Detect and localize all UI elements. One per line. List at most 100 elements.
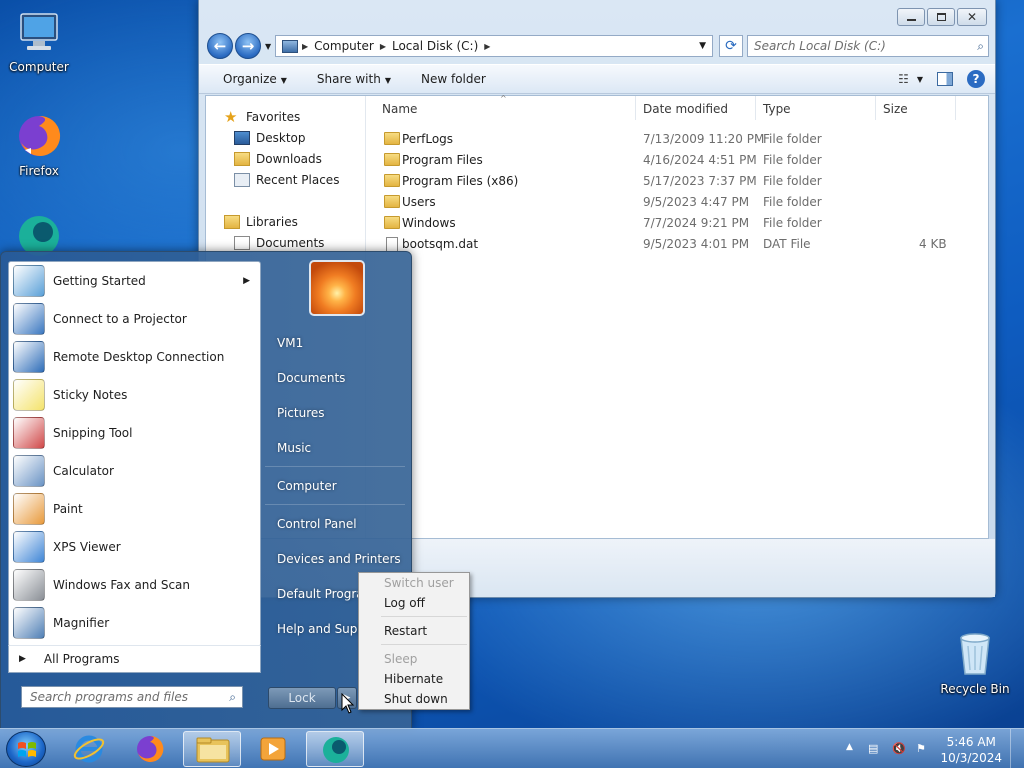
- program-item[interactable]: Calculator: [9, 452, 260, 490]
- minimize-button[interactable]: [897, 8, 925, 26]
- command-bar: Organize ▼ Share with ▼ New folder ☷ ▼ ?: [199, 64, 995, 94]
- new-folder-button[interactable]: New folder: [421, 72, 486, 86]
- action-center-flag-icon[interactable]: ⚑: [916, 742, 930, 756]
- desktop-icon-recycle-bin[interactable]: Recycle Bin: [936, 630, 1014, 696]
- snipping-tool-icon: [13, 417, 45, 449]
- taskbar-windows-explorer[interactable]: [183, 731, 241, 767]
- file-row[interactable]: Program Files 4/16/2024 4:51 PM File folde…: [376, 149, 988, 170]
- start-separator: [265, 466, 405, 467]
- view-icon: ☷: [898, 72, 909, 86]
- desktop-icon-firefox[interactable]: Firefox: [0, 112, 78, 178]
- column-divider[interactable]: [635, 96, 636, 120]
- organize-button[interactable]: Organize ▼: [223, 72, 287, 86]
- recent-pages-dropdown[interactable]: ▼: [265, 42, 271, 51]
- share-with-button[interactable]: Share with ▼: [317, 72, 391, 86]
- start-item-music[interactable]: Music: [277, 441, 311, 455]
- menu-item-log-off[interactable]: Log off: [384, 596, 425, 610]
- nav-recent-places[interactable]: Recent Places: [206, 169, 365, 190]
- address-dropdown-icon[interactable]: ▼: [699, 41, 706, 51]
- desktop-icon-label: Computer: [9, 60, 69, 74]
- breadcrumb-local-disk[interactable]: Local Disk (C:): [392, 39, 478, 53]
- calculator-icon: [13, 455, 45, 487]
- column-name[interactable]: Name: [382, 102, 417, 116]
- folder-icon: [384, 153, 400, 166]
- back-button[interactable]: ←: [207, 33, 233, 59]
- desktop-icon-computer[interactable]: Computer: [0, 8, 78, 74]
- column-divider[interactable]: [955, 96, 956, 120]
- program-item[interactable]: Sticky Notes: [9, 376, 260, 414]
- triangle-right-icon: ▶: [19, 654, 26, 664]
- file-row[interactable]: Windows 7/7/2024 9:21 PM File folder: [376, 212, 988, 233]
- start-search-placeholder: Search programs and files: [30, 690, 188, 704]
- file-row[interactable]: PerfLogs 7/13/2009 11:20 PM File folder: [376, 128, 988, 149]
- volume-muted-icon[interactable]: 🔇: [892, 742, 906, 756]
- chevron-down-icon: ▼: [280, 76, 287, 85]
- start-item-documents[interactable]: Documents: [277, 371, 345, 385]
- breadcrumb-separator-icon[interactable]: ▶: [302, 42, 308, 51]
- preview-pane-button[interactable]: [937, 72, 953, 86]
- column-type[interactable]: Type: [763, 102, 791, 116]
- all-programs-button[interactable]: ▶ All Programs: [8, 645, 261, 673]
- taskbar-app[interactable]: [306, 731, 364, 767]
- start-button[interactable]: [6, 731, 46, 767]
- column-divider[interactable]: [755, 96, 756, 120]
- file-type: File folder: [763, 195, 822, 209]
- start-item-pictures[interactable]: Pictures: [277, 406, 325, 420]
- nav-label: Libraries: [246, 214, 298, 229]
- column-date-modified[interactable]: Date modified: [643, 102, 728, 116]
- program-item[interactable]: Snipping Tool: [9, 414, 260, 452]
- nav-downloads[interactable]: Downloads: [206, 148, 365, 169]
- program-item[interactable]: Getting Started ▶: [9, 262, 260, 300]
- show-hidden-icons-icon[interactable]: ▲: [846, 742, 860, 756]
- taskbar-firefox[interactable]: [121, 731, 179, 767]
- close-button[interactable]: ✕: [957, 8, 987, 26]
- forward-button[interactable]: →: [235, 33, 261, 59]
- breadcrumb-separator-icon[interactable]: ▶: [380, 42, 386, 51]
- address-bar[interactable]: ▶ Computer ▶ Local Disk (C:) ▶ ▼: [275, 35, 713, 57]
- menu-item-hibernate[interactable]: Hibernate: [384, 672, 443, 686]
- breadcrumb-separator-icon[interactable]: ▶: [484, 42, 490, 51]
- nav-documents[interactable]: Documents: [206, 232, 365, 253]
- change-view-button[interactable]: ☷ ▼: [898, 72, 923, 86]
- share-with-label: Share with: [316, 72, 381, 86]
- help-icon[interactable]: ?: [967, 70, 985, 88]
- menu-item-restart[interactable]: Restart: [384, 624, 427, 638]
- file-row[interactable]: Users 9/5/2023 4:47 PM File folder: [376, 191, 988, 212]
- file-row[interactable]: bootsqm.dat 9/5/2023 4:01 PM DAT File 4 KB: [376, 233, 988, 254]
- column-size[interactable]: Size: [883, 102, 908, 116]
- program-item[interactable]: Connect to a Projector: [9, 300, 260, 338]
- program-item[interactable]: XPS Viewer: [9, 528, 260, 566]
- start-item-control-panel[interactable]: Control Panel: [277, 517, 357, 531]
- start-search-input[interactable]: Search programs and files ⌕: [21, 686, 243, 708]
- show-desktop-button[interactable]: [1010, 729, 1024, 768]
- taskbar-media-player[interactable]: [244, 731, 302, 767]
- nav-desktop[interactable]: Desktop: [206, 127, 365, 148]
- program-item[interactable]: Windows Fax and Scan: [9, 566, 260, 604]
- nav-favorites[interactable]: ★ Favorites: [206, 106, 365, 127]
- network-icon[interactable]: ▤: [868, 742, 882, 756]
- refresh-button[interactable]: ⟳: [719, 35, 743, 57]
- search-input[interactable]: Search Local Disk (C:) ⌕: [747, 35, 989, 57]
- breadcrumb-computer[interactable]: Computer: [314, 39, 374, 53]
- downloads-icon: [234, 151, 250, 166]
- start-item-computer[interactable]: Computer: [277, 479, 337, 493]
- program-item[interactable]: Magnifier: [9, 604, 260, 642]
- clock[interactable]: 5:46 AM 10/3/2024: [940, 734, 1002, 766]
- taskbar-internet-explorer[interactable]: [60, 731, 118, 767]
- nav-libraries[interactable]: Libraries: [206, 211, 365, 232]
- desktop-icon-label: Firefox: [19, 164, 59, 178]
- internet-explorer-icon: [73, 735, 105, 763]
- taskbar: ▲ ▤ 🔇 ⚑ 5:46 AM 10/3/2024: [0, 728, 1024, 768]
- program-item[interactable]: Remote Desktop Connection: [9, 338, 260, 376]
- program-item[interactable]: Paint: [9, 490, 260, 528]
- file-row[interactable]: Program Files (x86) 5/17/2023 7:37 PM File…: [376, 170, 988, 191]
- file-type: File folder: [763, 216, 822, 230]
- start-item-devices-printers[interactable]: Devices and Printers: [277, 552, 401, 566]
- lock-button[interactable]: Lock: [268, 687, 336, 709]
- maximize-button[interactable]: [927, 8, 955, 26]
- user-picture[interactable]: [309, 260, 365, 316]
- column-divider[interactable]: [875, 96, 876, 120]
- menu-item-shut-down[interactable]: Shut down: [384, 692, 448, 706]
- start-item-user[interactable]: VM1: [277, 336, 303, 350]
